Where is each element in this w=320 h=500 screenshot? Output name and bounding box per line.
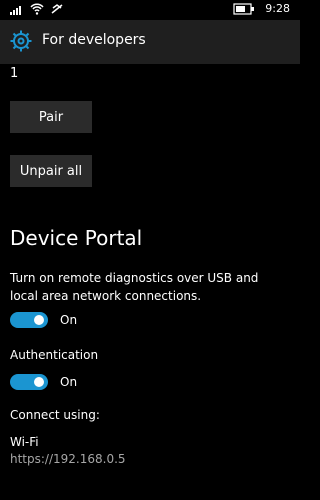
wifi-icon bbox=[30, 3, 44, 15]
unpair-all-button[interactable]: Unpair all bbox=[10, 155, 92, 187]
wifi-label: Wi-Fi bbox=[10, 435, 39, 449]
section-title: Device Portal bbox=[10, 226, 143, 250]
pair-button[interactable]: Pair bbox=[10, 101, 92, 133]
status-left-icons bbox=[10, 3, 64, 15]
device-portal-toggle[interactable] bbox=[10, 312, 48, 328]
status-time: 9:28 bbox=[265, 2, 290, 15]
toggle-knob bbox=[34, 315, 44, 325]
device-portal-url[interactable]: https://192.168.0.5 bbox=[10, 452, 126, 466]
toggle-knob bbox=[34, 377, 44, 387]
page-title: For developers bbox=[42, 32, 146, 48]
status-bar: 9:28 bbox=[0, 0, 300, 20]
status-right: 9:28 bbox=[233, 2, 290, 15]
data-indicator-icon bbox=[51, 4, 63, 14]
device-portal-toggle-label: On bbox=[60, 313, 78, 327]
device-portal-toggle-row: On bbox=[10, 312, 77, 328]
authentication-label: Authentication bbox=[10, 348, 99, 362]
gear-icon bbox=[10, 30, 32, 52]
signal-icon bbox=[10, 6, 21, 15]
authentication-toggle[interactable] bbox=[10, 374, 48, 390]
battery-icon bbox=[233, 2, 255, 15]
header: For developers bbox=[0, 20, 300, 64]
device-portal-description: Turn on remote diagnostics over USB and … bbox=[10, 271, 259, 303]
authentication-toggle-label: On bbox=[60, 375, 78, 389]
paired-count: 1 bbox=[10, 66, 19, 81]
authentication-toggle-row: On bbox=[10, 374, 77, 390]
connect-using-label: Connect using: bbox=[10, 408, 100, 422]
